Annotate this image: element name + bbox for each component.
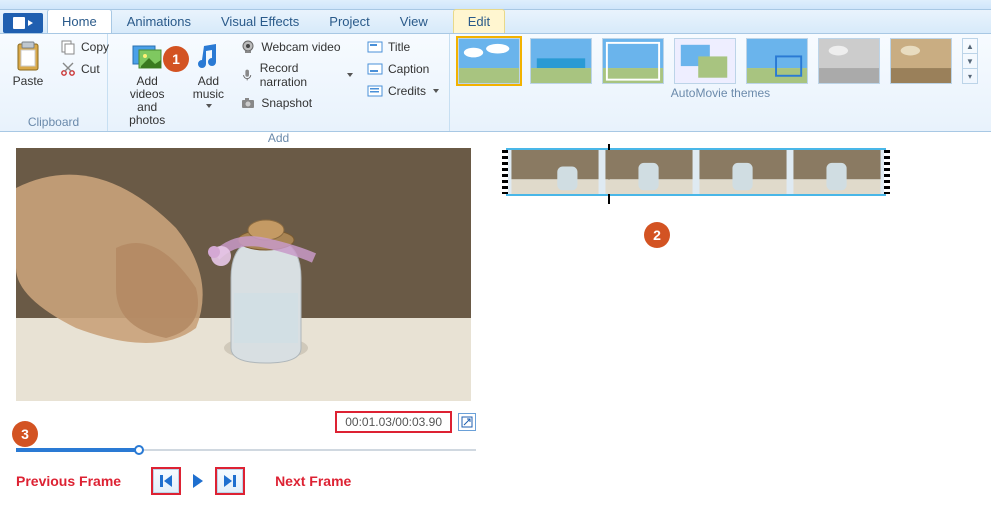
group-automovie-themes: ▲ ▼ ▾ AutoMovie themes bbox=[450, 34, 991, 131]
webcam-icon bbox=[240, 39, 256, 55]
tab-project[interactable]: Project bbox=[314, 9, 384, 33]
app-menu-button[interactable] bbox=[3, 13, 43, 33]
play-icon bbox=[193, 474, 203, 488]
caption-button[interactable]: Caption bbox=[365, 60, 441, 78]
theme-thumb-1[interactable] bbox=[458, 38, 520, 84]
tab-visual-effects[interactable]: Visual Effects bbox=[206, 9, 314, 33]
record-narration-button[interactable]: Record narration bbox=[238, 60, 355, 90]
photo-video-icon bbox=[131, 40, 163, 72]
paste-label: Paste bbox=[13, 75, 44, 88]
music-note-icon bbox=[192, 40, 224, 72]
webcam-video-button[interactable]: Webcam video bbox=[238, 38, 355, 56]
annotation-prev-frame: Previous Frame bbox=[16, 473, 121, 489]
theme-thumb-6[interactable] bbox=[818, 38, 880, 84]
credits-slide-icon bbox=[367, 83, 383, 99]
previous-frame-button[interactable] bbox=[153, 469, 179, 493]
cut-label: Cut bbox=[81, 62, 100, 76]
slider-thumb[interactable] bbox=[134, 445, 144, 455]
fullscreen-icon bbox=[461, 416, 473, 428]
cut-button[interactable]: Cut bbox=[58, 60, 111, 78]
record-narration-label: Record narration bbox=[260, 61, 340, 89]
title-label: Title bbox=[388, 40, 410, 54]
caption-label: Caption bbox=[388, 62, 429, 76]
theme-thumb-5[interactable] bbox=[746, 38, 808, 84]
caption-slide-icon bbox=[367, 61, 383, 77]
add-music-button[interactable]: Add music bbox=[188, 38, 228, 110]
paste-button[interactable]: Paste bbox=[8, 38, 48, 90]
tab-context-edit[interactable]: Edit bbox=[453, 9, 505, 33]
group-add-label: Add bbox=[116, 129, 441, 145]
webcam-video-label: Webcam video bbox=[261, 40, 340, 54]
tab-animations[interactable]: Animations bbox=[112, 9, 206, 33]
credits-button[interactable]: Credits bbox=[365, 82, 441, 100]
chevron-down-icon bbox=[433, 89, 439, 93]
group-clipboard-label: Clipboard bbox=[8, 113, 99, 129]
ribbon: Paste Copy Cut Clipboard Add videos and … bbox=[0, 34, 991, 132]
add-videos-photos-label: Add videos and photos bbox=[120, 75, 174, 127]
credits-label: Credits bbox=[388, 84, 426, 98]
title-button[interactable]: Title bbox=[365, 38, 441, 56]
fullscreen-button[interactable] bbox=[458, 413, 476, 431]
tab-view[interactable]: View bbox=[385, 9, 443, 33]
title-slide-icon bbox=[367, 39, 383, 55]
preview-frame-image bbox=[16, 148, 471, 401]
copy-button[interactable]: Copy bbox=[58, 38, 111, 56]
workspace: 00:01.03/00:03.90 Previous Frame bbox=[0, 132, 991, 509]
scroll-more-icon[interactable]: ▾ bbox=[963, 69, 977, 83]
next-frame-button[interactable] bbox=[217, 469, 243, 493]
tab-strip: Home Animations Visual Effects Project V… bbox=[0, 10, 991, 34]
chevron-down-icon bbox=[347, 73, 353, 77]
microphone-icon bbox=[240, 67, 254, 83]
group-clipboard: Paste Copy Cut Clipboard bbox=[0, 34, 108, 131]
group-add: Add videos and photos Add music Webcam v… bbox=[108, 34, 450, 131]
annotation-next-frame: Next Frame bbox=[275, 473, 351, 489]
chevron-down-icon bbox=[206, 104, 212, 108]
timeline-clip[interactable] bbox=[506, 148, 886, 196]
time-display: 00:01.03/00:03.90 bbox=[335, 411, 452, 433]
theme-thumb-4[interactable] bbox=[674, 38, 736, 84]
clipboard-icon bbox=[12, 40, 44, 72]
theme-thumb-3[interactable] bbox=[602, 38, 664, 84]
playback-slider[interactable] bbox=[16, 445, 476, 455]
scissors-icon bbox=[60, 61, 76, 77]
add-music-label: Add music bbox=[193, 75, 224, 101]
themes-scroll[interactable]: ▲ ▼ ▾ bbox=[962, 38, 978, 84]
snapshot-button[interactable]: Snapshot bbox=[238, 94, 355, 112]
copy-icon bbox=[60, 39, 76, 55]
theme-thumb-2[interactable] bbox=[530, 38, 592, 84]
preview-column: 00:01.03/00:03.90 Previous Frame bbox=[16, 148, 476, 493]
annotation-callout-2: 2 bbox=[644, 222, 670, 248]
step-back-icon bbox=[160, 475, 172, 487]
theme-thumb-7[interactable] bbox=[890, 38, 952, 84]
preview-monitor bbox=[16, 148, 471, 401]
play-button[interactable] bbox=[185, 469, 211, 493]
film-sprocket-icon bbox=[884, 150, 890, 194]
copy-label: Copy bbox=[81, 40, 109, 54]
annotation-callout-3: 3 bbox=[12, 421, 38, 447]
tab-home[interactable]: Home bbox=[47, 9, 112, 33]
timeline-column bbox=[506, 148, 975, 493]
scroll-up-icon[interactable]: ▲ bbox=[963, 39, 977, 54]
snapshot-label: Snapshot bbox=[261, 96, 312, 110]
scroll-down-icon[interactable]: ▼ bbox=[963, 54, 977, 69]
step-forward-icon bbox=[224, 475, 236, 487]
group-themes-label: AutoMovie themes bbox=[458, 84, 983, 100]
camera-icon bbox=[240, 95, 256, 111]
annotation-callout-1: 1 bbox=[163, 46, 189, 72]
